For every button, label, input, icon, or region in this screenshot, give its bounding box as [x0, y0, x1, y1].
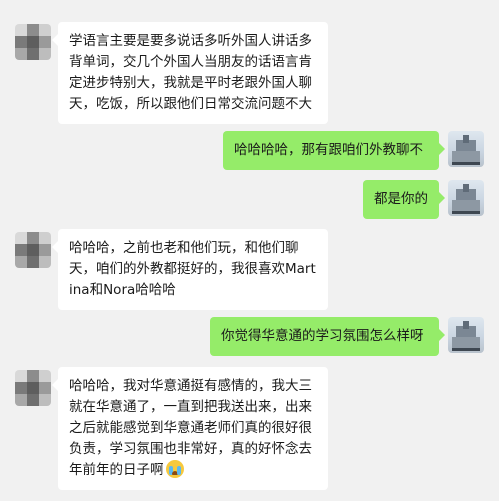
message-bubble-incoming[interactable]: 哈哈哈，我对华意通挺有感情的，我大三就在华意通了，一直到把我送出来，出来之后就能…	[52, 367, 328, 490]
building-avatar-image	[448, 131, 484, 167]
contact-avatar[interactable]	[15, 370, 51, 406]
user-avatar[interactable]	[448, 131, 484, 167]
message-text: 你觉得华意通的学习氛围怎么样呀	[221, 328, 424, 344]
user-avatar[interactable]	[448, 317, 484, 353]
message-bubble-incoming[interactable]: 学语言主要是要多说话多听外国人讲话多背单词，交几个外国人当朋友的话语言肯定进步特…	[52, 22, 328, 124]
message-text: 哈哈哈，我对华意通挺有感情的，我大三就在华意通了，一直到把我送出来，出来之后就能…	[69, 378, 312, 478]
message-bubble-outgoing[interactable]: 都是你的	[363, 180, 445, 219]
contact-avatar[interactable]	[15, 232, 51, 268]
message-text: 哈哈哈哈，那有跟咱们外教聊不	[234, 142, 423, 158]
avatar-mosaic-image	[15, 24, 51, 60]
message-text: 哈哈哈，之前也老和他们玩，和他们聊天，咱们的外教都挺好的，我很喜欢Martina…	[69, 240, 316, 298]
message-text: 都是你的	[374, 191, 428, 207]
user-avatar[interactable]	[448, 180, 484, 216]
message-bubble-outgoing[interactable]: 哈哈哈哈，那有跟咱们外教聊不	[223, 131, 445, 170]
building-avatar-image	[448, 317, 484, 353]
crying-face-icon	[165, 460, 184, 478]
message-text: 学语言主要是要多说话多听外国人讲话多背单词，交几个外国人当朋友的话语言肯定进步特…	[69, 33, 312, 112]
chat-window: 学语言主要是要多说话多听外国人讲话多背单词，交几个外国人当朋友的话语言肯定进步特…	[0, 0, 499, 501]
message-bubble-outgoing[interactable]: 你觉得华意通的学习氛围怎么样呀	[210, 317, 445, 356]
avatar-mosaic-image	[15, 232, 51, 268]
contact-avatar[interactable]	[15, 24, 51, 60]
avatar-mosaic-image	[15, 370, 51, 406]
building-avatar-image	[448, 180, 484, 216]
message-bubble-incoming[interactable]: 哈哈哈，之前也老和他们玩，和他们聊天，咱们的外教都挺好的，我很喜欢Martina…	[52, 229, 328, 310]
